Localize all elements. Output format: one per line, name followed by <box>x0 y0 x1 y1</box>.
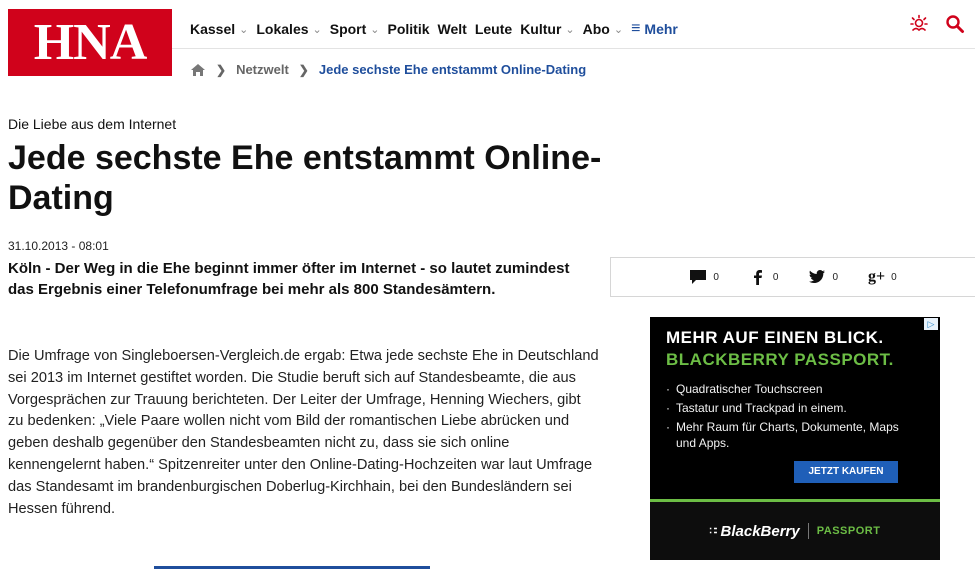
breadcrumb: ❯ Netzwelt ❯ Jede sechste Ehe entstammt … <box>190 62 586 77</box>
hna-logo[interactable]: HNA <box>8 9 172 76</box>
nav-more-label: Mehr <box>644 21 678 37</box>
breadcrumb-current[interactable]: Jede sechste Ehe entstammt Online-Dating <box>319 62 586 77</box>
nav-item-kultur[interactable]: Kultur ⌄ <box>520 21 574 37</box>
nav-item-label: Lokales <box>256 21 309 37</box>
article-body: Die Umfrage von Singleboersen-Vergleich.… <box>8 348 599 517</box>
facebook-share-button[interactable]: 0 <box>749 269 779 285</box>
breadcrumb-separator-icon: ❯ <box>216 62 227 77</box>
facebook-count: 0 <box>772 271 779 283</box>
breadcrumb-separator-icon: ❯ <box>298 62 309 77</box>
header-divider <box>172 48 975 49</box>
main-nav: Kassel ⌄ Lokales ⌄ Sport ⌄ Politik Welt … <box>190 16 686 42</box>
twitter-share-button[interactable]: 0 <box>808 269 838 285</box>
nav-item-label: Welt <box>437 21 467 37</box>
ad-bullet: Mehr Raum für Charts, Dokumente, Maps un… <box>666 419 916 451</box>
twitter-icon <box>809 270 826 283</box>
social-share-bar: 0 0 0 g+ 0 <box>610 257 975 297</box>
adchoices-icon[interactable]: ▷ <box>924 318 938 330</box>
nav-item-politik[interactable]: Politik <box>388 21 430 37</box>
nav-item-label: Kultur <box>520 21 562 37</box>
nav-item-leute[interactable]: Leute <box>475 21 512 37</box>
chevron-down-icon: ⌄ <box>239 23 249 36</box>
nav-item-welt[interactable]: Welt <box>438 21 467 37</box>
ad-bullet-list: Quadratischer Touchscreen Tastatur und T… <box>666 381 916 454</box>
googleplus-share-button[interactable]: g+ 0 <box>868 269 897 285</box>
googleplus-icon: g+ <box>868 268 886 285</box>
nav-item-label: Politik <box>387 21 430 37</box>
ad-product: PASSPORT <box>816 525 881 537</box>
nav-item-label: Leute <box>474 21 513 37</box>
blackberry-logo: ∷∶ BlackBerry <box>710 523 800 540</box>
chevron-down-icon: ⌄ <box>613 23 624 36</box>
comment-icon <box>690 270 707 284</box>
ad-footer-divider <box>807 523 809 539</box>
nav-item-sport[interactable]: Sport ⌄ <box>330 21 380 37</box>
facebook-icon <box>753 270 762 285</box>
chevron-down-icon: ⌄ <box>370 23 380 36</box>
breadcrumb-section[interactable]: Netzwelt <box>236 62 289 77</box>
ad-footer: ∷∶ BlackBerry PASSPORT <box>650 502 940 560</box>
ad-headline: MEHR AUF EINEN BLICK. <box>666 328 884 347</box>
article-date: 31.10.2013 - 08:01 <box>8 239 109 253</box>
article-kicker: Die Liebe aus dem Internet <box>8 116 177 132</box>
nav-item-lokales[interactable]: Lokales ⌄ <box>256 21 321 37</box>
chevron-down-icon: ⌄ <box>312 23 322 36</box>
comments-button[interactable]: 0 <box>689 269 719 285</box>
home-icon[interactable] <box>190 63 206 77</box>
chevron-down-icon: ⌄ <box>565 23 575 36</box>
nav-item-label: Kassel <box>190 21 236 37</box>
ad-bullet: Tastatur und Trackpad in einem. <box>666 400 916 416</box>
search-icon[interactable] <box>945 14 965 34</box>
header-icons <box>909 14 965 34</box>
ad-subheadline: BLACKBERRY PASSPORT. <box>666 350 894 369</box>
comments-count: 0 <box>713 271 719 283</box>
ad-bullet: Quadratischer Touchscreen <box>666 381 916 397</box>
article-lead: Köln - Der Weg in die Ehe beginnt immer … <box>8 260 570 298</box>
ad-brand: BlackBerry <box>720 522 800 540</box>
nav-item-abo[interactable]: Abo ⌄ <box>583 21 623 37</box>
nav-item-label: Sport <box>329 21 367 37</box>
nav-item-kassel[interactable]: Kassel ⌄ <box>190 21 248 37</box>
article-headline: Jede sechste Ehe entstammt Online-Dating <box>8 139 602 217</box>
hamburger-icon: ≡ <box>631 20 641 37</box>
weather-icon[interactable] <box>909 14 929 34</box>
googleplus-count: 0 <box>891 271 897 283</box>
nav-item-label: Abo <box>582 21 610 37</box>
twitter-count: 0 <box>832 271 838 283</box>
blackberry-dots-icon: ∷∶ <box>709 525 718 537</box>
nav-more-button[interactable]: ≡ Mehr <box>631 20 678 38</box>
ad-buy-button[interactable]: JETZT KAUFEN <box>794 461 898 483</box>
blackberry-ad[interactable]: ▷ MEHR AUF EINEN BLICK. BLACKBERRY PASSP… <box>650 317 940 560</box>
